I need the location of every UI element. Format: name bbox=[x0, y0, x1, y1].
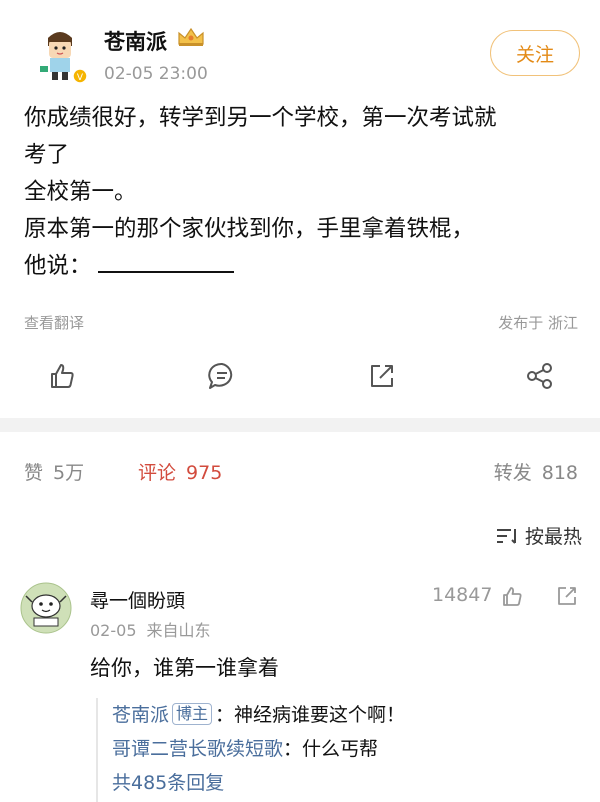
reply-thread: 苍南派 博主 ：神经病谁要这个啊！ 哥谭二营长歌续短歌：什么丐帮 共485条回复 bbox=[96, 698, 580, 802]
post-line: 考了 bbox=[24, 142, 70, 168]
author-name[interactable]: 苍南派 bbox=[104, 26, 167, 56]
reply-text: ：什么丐帮 bbox=[283, 738, 379, 760]
reply-author[interactable]: 哥谭二营长歌续短歌 bbox=[112, 738, 283, 760]
comments-stat[interactable]: 评论 975 bbox=[138, 458, 222, 485]
view-all-replies-link[interactable]: 共485条回复 bbox=[112, 766, 580, 800]
post-location: 发布于 浙江 bbox=[498, 314, 578, 332]
reply-item[interactable]: 哥谭二营长歌续短歌：什么丐帮 bbox=[112, 732, 580, 766]
comments-label: 评论 bbox=[138, 462, 177, 484]
share-nodes-icon[interactable] bbox=[524, 360, 556, 392]
sort-label: 按最热 bbox=[524, 526, 582, 548]
comment-like-count: 14847 bbox=[432, 584, 493, 606]
fill-in-blank-line bbox=[97, 261, 234, 273]
share-out-icon[interactable] bbox=[366, 360, 398, 392]
svg-text:V: V bbox=[77, 73, 84, 83]
follow-button[interactable]: 关注 bbox=[490, 30, 580, 76]
sort-icon bbox=[496, 528, 516, 544]
reposts-label: 转发 bbox=[493, 462, 532, 484]
blog-owner-badge: 博主 bbox=[172, 703, 213, 725]
reply-text: ：神经病谁要这个啊！ bbox=[215, 704, 406, 726]
comment-like-icon[interactable] bbox=[500, 584, 524, 608]
thumb-up-icon[interactable] bbox=[46, 360, 78, 392]
comment-source: 来自山东 bbox=[146, 621, 211, 640]
commenter-name[interactable]: 尋一個盼頭 bbox=[90, 586, 185, 613]
comment-meta: 02-05 来自山东 bbox=[90, 617, 211, 641]
crown-badge-icon bbox=[178, 27, 204, 46]
likes-stat[interactable]: 赞 5万 bbox=[24, 458, 84, 485]
post-line: 你成绩很好，转学到另一个学校，第一次考试就 bbox=[24, 105, 497, 131]
reposts-stat[interactable]: 转发 818 bbox=[494, 458, 578, 485]
comment-date: 02-05 bbox=[90, 621, 137, 640]
reply-item[interactable]: 苍南派 博主 ：神经病谁要这个啊！ bbox=[112, 698, 580, 732]
reply-author[interactable]: 苍南派 bbox=[112, 704, 169, 726]
likes-label: 赞 bbox=[24, 462, 44, 484]
commenter-avatar[interactable] bbox=[20, 582, 72, 634]
post-line-last: 他说： bbox=[24, 248, 576, 285]
comments-count: 975 bbox=[186, 462, 223, 484]
reposts-count: 818 bbox=[541, 462, 578, 484]
post-line: 原本第一的那个家伙找到你，手里拿着铁棍， bbox=[24, 216, 475, 242]
comment-icon[interactable] bbox=[206, 360, 238, 392]
comment-text: 给你，谁第一谁拿着 bbox=[90, 656, 279, 680]
post-time: 02-05 23:00 bbox=[104, 64, 208, 84]
post-line: 全校第一。 bbox=[24, 179, 137, 205]
post-text: 你成绩很好，转学到另一个学校，第一次考试就 考了 全校第一。 原本第一的那个家伙… bbox=[24, 100, 576, 285]
sort-hot-button[interactable]: 按最热 bbox=[495, 522, 582, 549]
likes-count: 5万 bbox=[53, 462, 85, 484]
post-line: 他说： bbox=[24, 253, 92, 279]
translate-link[interactable]: 查看翻译 bbox=[24, 312, 84, 333]
comment-share-icon[interactable] bbox=[555, 584, 579, 608]
author-avatar[interactable]: V bbox=[28, 20, 92, 84]
